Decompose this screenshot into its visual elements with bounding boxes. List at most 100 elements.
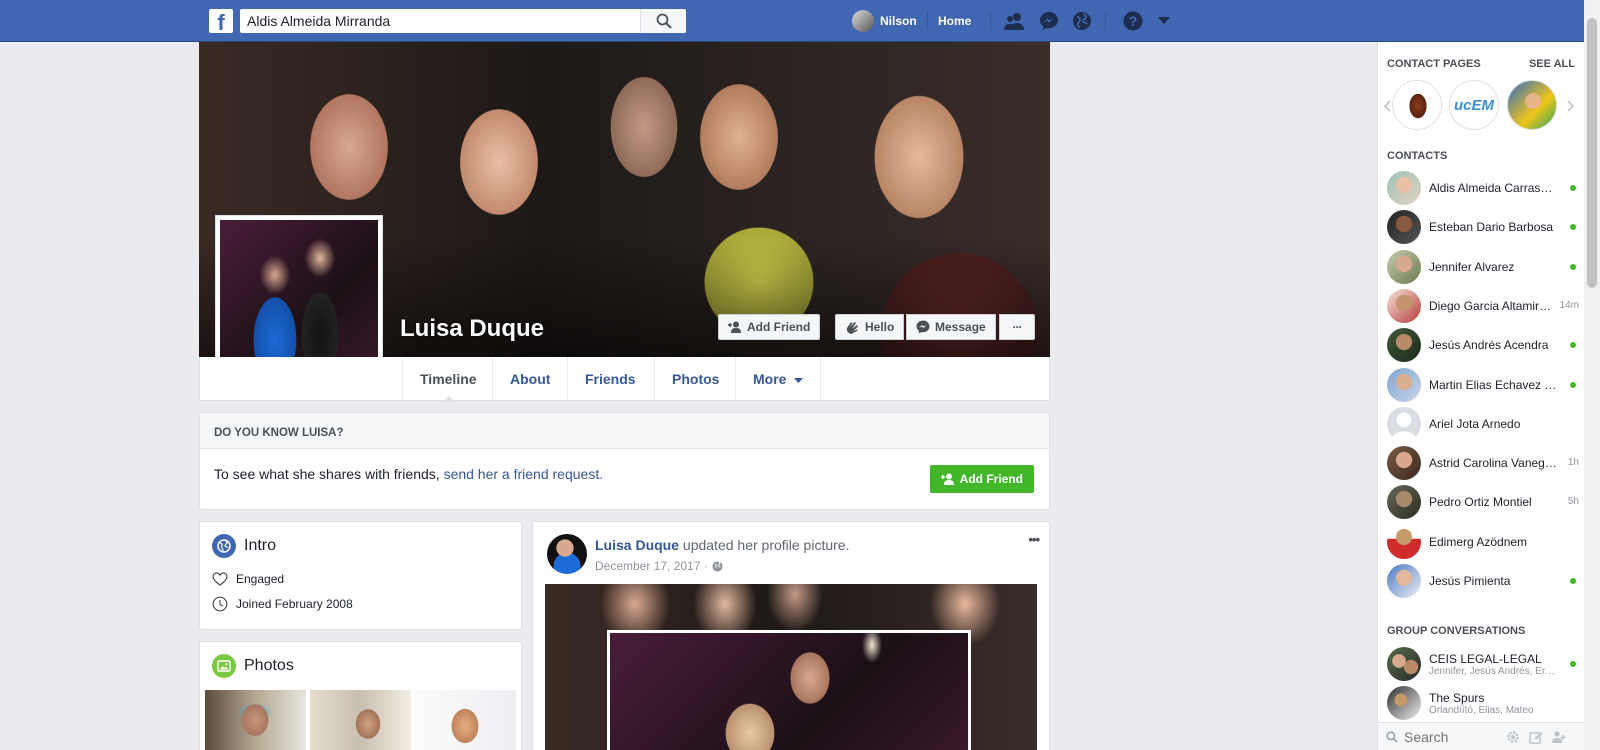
profile-picture-image — [220, 220, 378, 378]
tab-timeline[interactable]: Timeline — [402, 357, 494, 402]
page-scrollbar[interactable] — [1584, 0, 1600, 750]
chat-search-bar — [1378, 722, 1584, 750]
online-indicator — [1570, 263, 1576, 270]
profile-link[interactable]: Nilson — [852, 10, 917, 32]
home-link[interactable]: Home — [938, 14, 971, 28]
notifications-globe-icon[interactable] — [1071, 11, 1093, 31]
post-date[interactable]: December 17, 2017 · — [595, 559, 708, 573]
contact-item[interactable]: Ariel Jota Arnedo — [1387, 406, 1579, 441]
tab-photos[interactable]: Photos — [654, 357, 736, 401]
send-friend-request-link[interactable]: send her a friend request. — [444, 466, 604, 482]
divider — [927, 12, 928, 30]
photo-thumbnail[interactable] — [310, 690, 411, 750]
contacts-heading: CONTACTS — [1387, 150, 1448, 162]
chat-search-input[interactable] — [1404, 728, 1494, 745]
search-input[interactable] — [240, 10, 640, 32]
post-headline: Luisa Duque updated her profile picture. — [595, 537, 849, 553]
new-group-icon[interactable] — [1552, 730, 1568, 744]
post-options-button[interactable]: ••• — [1028, 532, 1040, 547]
see-all-link[interactable]: SEE ALL — [1529, 58, 1575, 70]
intro-engaged: Engaged — [212, 572, 509, 586]
more-options-button[interactable]: ··· — [999, 314, 1035, 340]
search-bar — [240, 9, 686, 33]
help-icon[interactable]: ? — [1122, 11, 1144, 31]
group-name-block: The Spurs Órlandíító, Elias, Mateo — [1429, 691, 1557, 716]
tab-about[interactable]: About — [492, 357, 567, 401]
tab-more[interactable]: More — [735, 357, 822, 401]
friend-requests-icon[interactable] — [1004, 11, 1026, 31]
contact-item[interactable]: Jesús Andrés Acendra — [1387, 328, 1579, 363]
add-friend-button[interactable]: Add Friend — [718, 314, 821, 340]
search-icon — [656, 13, 672, 29]
tab-friends[interactable]: Friends — [567, 357, 653, 401]
post-card: Luisa Duque updated her profile picture.… — [532, 521, 1050, 750]
globe-icon — [212, 534, 236, 558]
photos-title: Photos — [244, 657, 294, 674]
contact-name: Pedro Ortiz Montiel — [1429, 495, 1532, 510]
contact-name: Martin Elias Echavez Romero — [1429, 377, 1557, 392]
page-3-logo[interactable] — [1507, 80, 1557, 130]
contact-item[interactable]: Astrid Carolina Vanegas 1h — [1387, 446, 1579, 481]
divider — [1105, 12, 1106, 30]
online-indicator — [1570, 342, 1576, 349]
divider — [990, 12, 991, 30]
heart-icon — [212, 572, 228, 586]
tab-more-label: More — [753, 371, 787, 387]
user-name: Nilson — [880, 14, 917, 28]
online-indicator — [1570, 185, 1576, 191]
post-image-profile-picture — [607, 630, 971, 750]
contact-item[interactable]: Esteban Dario Barbosa — [1387, 210, 1579, 245]
group-name: The Spurs — [1429, 690, 1485, 705]
photo-thumbnail[interactable] — [415, 690, 516, 750]
search-button[interactable] — [640, 9, 686, 33]
contact-item[interactable]: Diego Garcia Altamiranda 14m — [1387, 288, 1579, 323]
friend-request-prompt: To see what she shares with friends, sen… — [214, 466, 603, 482]
scrollbar-thumb[interactable] — [1587, 18, 1597, 288]
contact-avatar — [1387, 446, 1421, 481]
intro-card: Intro Engaged Joined February 2008 — [199, 521, 522, 630]
svg-text:?: ? — [1129, 13, 1138, 29]
last-active-time: 14m — [1559, 299, 1579, 311]
page-1-logo[interactable] — [1392, 80, 1442, 130]
contact-avatar — [1387, 288, 1421, 323]
gear-icon[interactable] — [1506, 730, 1520, 744]
contact-item[interactable]: Edimerg Azödnem — [1387, 524, 1579, 559]
contact-name: Jesús Andrés Acendra — [1429, 338, 1549, 353]
group-members: Jennifer, Jesús Andrés, Ernesto — [1429, 665, 1557, 677]
user-avatar — [852, 10, 874, 32]
contact-item[interactable]: Jennifer Alvarez — [1387, 249, 1579, 284]
chevron-left-icon[interactable] — [1383, 100, 1391, 112]
chevron-right-icon[interactable] — [1567, 100, 1575, 112]
profile-name[interactable]: Luisa Duque — [400, 315, 544, 343]
post-meta: December 17, 2017 · — [595, 559, 849, 573]
messages-icon[interactable] — [1038, 11, 1060, 31]
group-conversation-item[interactable]: The Spurs Órlandíító, Elias, Mateo — [1387, 686, 1579, 720]
contact-item[interactable]: Aldis Almeida Carrasquilla — [1387, 171, 1579, 205]
caret-down-icon[interactable] — [1153, 11, 1175, 31]
intro-title: Intro — [244, 537, 277, 554]
contact-item[interactable]: Jesús Pimienta — [1387, 564, 1579, 598]
contact-name: Ariel Jota Arnedo — [1429, 416, 1521, 431]
post-image[interactable] — [545, 584, 1037, 750]
hello-button[interactable]: Hello — [835, 314, 905, 340]
contact-item[interactable]: Martin Elias Echavez Romero — [1387, 367, 1579, 402]
ucem-logo[interactable]: ucEM — [1449, 80, 1499, 130]
top-navigation-bar: f Nilson Home ? — [0, 0, 1584, 42]
add-friend-label: Add Friend — [747, 320, 811, 334]
group-conversation-item[interactable]: CEIS LEGAL-LEGAL Jennifer, Jesús Andrés, … — [1387, 647, 1579, 681]
contact-item[interactable]: Pedro Ortiz Montiel 5h — [1387, 485, 1579, 520]
add-friend-icon — [728, 321, 741, 333]
post-author-avatar[interactable] — [547, 534, 587, 574]
add-friend-green-button[interactable]: Add Friend — [929, 465, 1034, 493]
compose-icon[interactable] — [1529, 730, 1543, 744]
post-author-link[interactable]: Luisa Duque — [595, 537, 679, 553]
contact-name: Diego Garcia Altamiranda — [1429, 298, 1557, 313]
photo-thumbnail[interactable] — [205, 690, 306, 750]
message-button[interactable]: Message — [906, 314, 996, 340]
joined-text: Joined February 2008 — [236, 597, 353, 611]
contact-name: Edimerg Azödnem — [1429, 534, 1528, 549]
contact-name: Astrid Carolina Vanegas — [1429, 456, 1557, 471]
facebook-logo[interactable]: f — [209, 9, 233, 33]
contact-name: Aldis Almeida Carrasquilla — [1429, 181, 1557, 195]
last-active-time: 1h — [1567, 457, 1579, 469]
